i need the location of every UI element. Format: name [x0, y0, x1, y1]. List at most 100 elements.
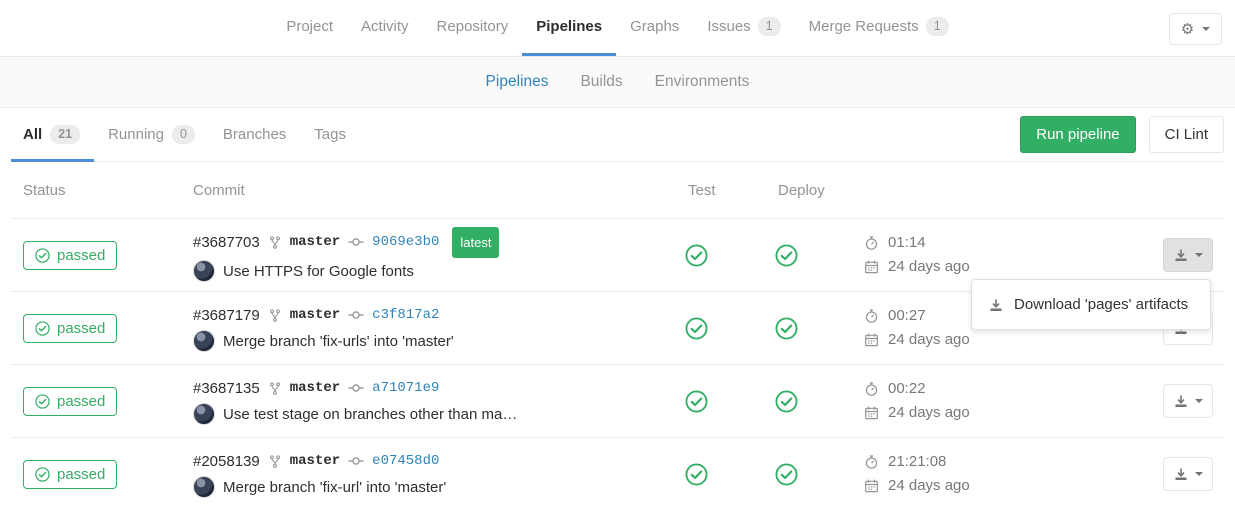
tab-label: Tags — [314, 126, 346, 143]
commit-sha-link[interactable]: 9069e3b0 — [372, 230, 439, 255]
tab-branches[interactable]: Branches — [209, 108, 300, 161]
nav-item-merge-requests[interactable]: Merge Requests 1 — [795, 0, 963, 56]
commit-message-link[interactable]: Merge branch 'fix-url' into 'master' — [223, 475, 446, 500]
branch-icon — [268, 381, 282, 396]
deploy-stage-status-icon[interactable] — [775, 463, 798, 486]
avatar[interactable] — [193, 403, 215, 425]
commit-message-link[interactable]: Use HTTPS for Google fonts — [223, 259, 414, 284]
finished-at-text: 24 days ago — [888, 255, 970, 279]
download-icon — [1174, 467, 1188, 481]
status-check-icon — [35, 467, 50, 482]
chevron-down-icon — [1195, 253, 1203, 257]
tab-count-badge: 21 — [50, 125, 80, 144]
commit-sha-link[interactable]: c3f817a2 — [372, 303, 439, 328]
commit-sha-link[interactable]: a71071e9 — [372, 376, 439, 401]
test-stage-status-icon[interactable] — [685, 463, 708, 486]
finished-at-text: 24 days ago — [888, 401, 970, 425]
commit-icon — [348, 307, 364, 323]
branch-link[interactable]: master — [290, 303, 340, 328]
gear-icon: ⚙ — [1181, 22, 1194, 37]
status-label: passed — [57, 466, 105, 483]
status-badge[interactable]: passed — [23, 460, 117, 489]
tab-running[interactable]: Running 0 — [94, 108, 209, 161]
tab-label: All — [23, 126, 42, 143]
timer-icon — [864, 308, 879, 324]
avatar[interactable] — [193, 260, 215, 282]
commit-icon — [348, 234, 364, 250]
header-deploy: Deploy — [741, 182, 831, 199]
status-label: passed — [57, 320, 105, 337]
calendar-icon — [864, 478, 879, 494]
test-stage-status-icon[interactable] — [685, 317, 708, 340]
deploy-stage-status-icon[interactable] — [775, 244, 798, 267]
test-stage-status-icon[interactable] — [685, 390, 708, 413]
commit-message-link[interactable]: Merge branch 'fix-urls' into 'master' — [223, 329, 454, 354]
nav-item-graphs[interactable]: Graphs — [616, 0, 693, 56]
pipeline-id-link[interactable]: #3687135 — [193, 376, 260, 401]
deploy-stage-status-icon[interactable] — [775, 317, 798, 340]
pipelines-toolbar: All 21 Running 0 Branches Tags Run pipel… — [11, 108, 1224, 162]
branch-icon — [268, 308, 282, 323]
test-stage-status-icon[interactable] — [685, 244, 708, 267]
status-label: passed — [57, 393, 105, 410]
pipeline-id-link[interactable]: #2058139 — [193, 449, 260, 474]
duration-text: 00:22 — [888, 377, 926, 401]
nav-item-activity[interactable]: Activity — [347, 0, 423, 56]
tab-label: Branches — [223, 126, 286, 143]
status-badge[interactable]: passed — [23, 314, 117, 343]
tab-all[interactable]: All 21 — [11, 108, 94, 161]
duration-text: 01:14 — [888, 231, 926, 255]
status-check-icon — [35, 248, 50, 263]
status-check-icon — [35, 394, 50, 409]
avatar[interactable] — [193, 476, 215, 498]
nav-item-issues[interactable]: Issues 1 — [693, 0, 794, 56]
timer-icon — [864, 381, 879, 397]
commit-message-link[interactable]: Use test stage on branches other than ma… — [223, 402, 517, 427]
status-badge[interactable]: passed — [23, 241, 117, 270]
download-artifacts-dropdown-button[interactable] — [1163, 384, 1213, 418]
merge-requests-count-badge: 1 — [926, 17, 949, 36]
download-icon — [1174, 394, 1188, 408]
branch-link[interactable]: master — [290, 449, 340, 474]
scope-tabs: All 21 Running 0 Branches Tags — [11, 108, 360, 161]
avatar[interactable] — [193, 330, 215, 352]
nav-item-repository[interactable]: Repository — [423, 0, 523, 56]
subnav-item-pipelines[interactable]: Pipelines — [470, 73, 565, 91]
nav-label: Repository — [437, 18, 509, 35]
download-icon — [1174, 248, 1188, 262]
calendar-icon — [864, 259, 879, 275]
subnav-item-environments[interactable]: Environments — [639, 73, 766, 91]
nav-item-project[interactable]: Project — [272, 0, 347, 56]
nav-label: Project — [286, 18, 333, 35]
run-pipeline-button[interactable]: Run pipeline — [1020, 116, 1135, 153]
branch-link[interactable]: master — [290, 376, 340, 401]
nav-label: Graphs — [630, 18, 679, 35]
download-pages-artifacts-item[interactable]: Download 'pages' artifacts — [972, 288, 1210, 321]
pipeline-id-link[interactable]: #3687703 — [193, 230, 260, 255]
download-artifacts-dropdown-button[interactable] — [1163, 238, 1213, 272]
calendar-icon — [864, 405, 879, 421]
deploy-stage-status-icon[interactable] — [775, 390, 798, 413]
finished-at-text: 24 days ago — [888, 474, 970, 498]
subnav-item-builds[interactable]: Builds — [564, 73, 638, 91]
nav-label: Activity — [361, 18, 409, 35]
download-artifacts-dropdown-button[interactable] — [1163, 457, 1213, 491]
artifacts-dropdown-menu: Download 'pages' artifacts — [971, 279, 1211, 330]
issues-count-badge: 1 — [758, 17, 781, 36]
pipeline-id-link[interactable]: #3687179 — [193, 303, 260, 328]
timer-icon — [864, 454, 879, 470]
branch-link[interactable]: master — [290, 230, 340, 255]
status-label: passed — [57, 247, 105, 264]
tab-tags[interactable]: Tags — [300, 108, 360, 161]
pipelines-page: Project Activity Repository Pipelines Gr… — [0, 0, 1235, 509]
commit-icon — [348, 380, 364, 396]
nav-item-pipelines[interactable]: Pipelines — [522, 0, 616, 56]
commit-sha-link[interactable]: e07458d0 — [372, 449, 439, 474]
chevron-down-icon — [1195, 399, 1203, 403]
branch-icon — [268, 235, 282, 250]
project-nav: Project Activity Repository Pipelines Gr… — [0, 0, 1235, 56]
ci-lint-button[interactable]: CI Lint — [1149, 116, 1224, 153]
settings-dropdown-button[interactable]: ⚙ — [1169, 13, 1222, 45]
status-badge[interactable]: passed — [23, 387, 117, 416]
pipeline-row: passed #2058139 master e07458d0 Merge br… — [11, 437, 1224, 510]
